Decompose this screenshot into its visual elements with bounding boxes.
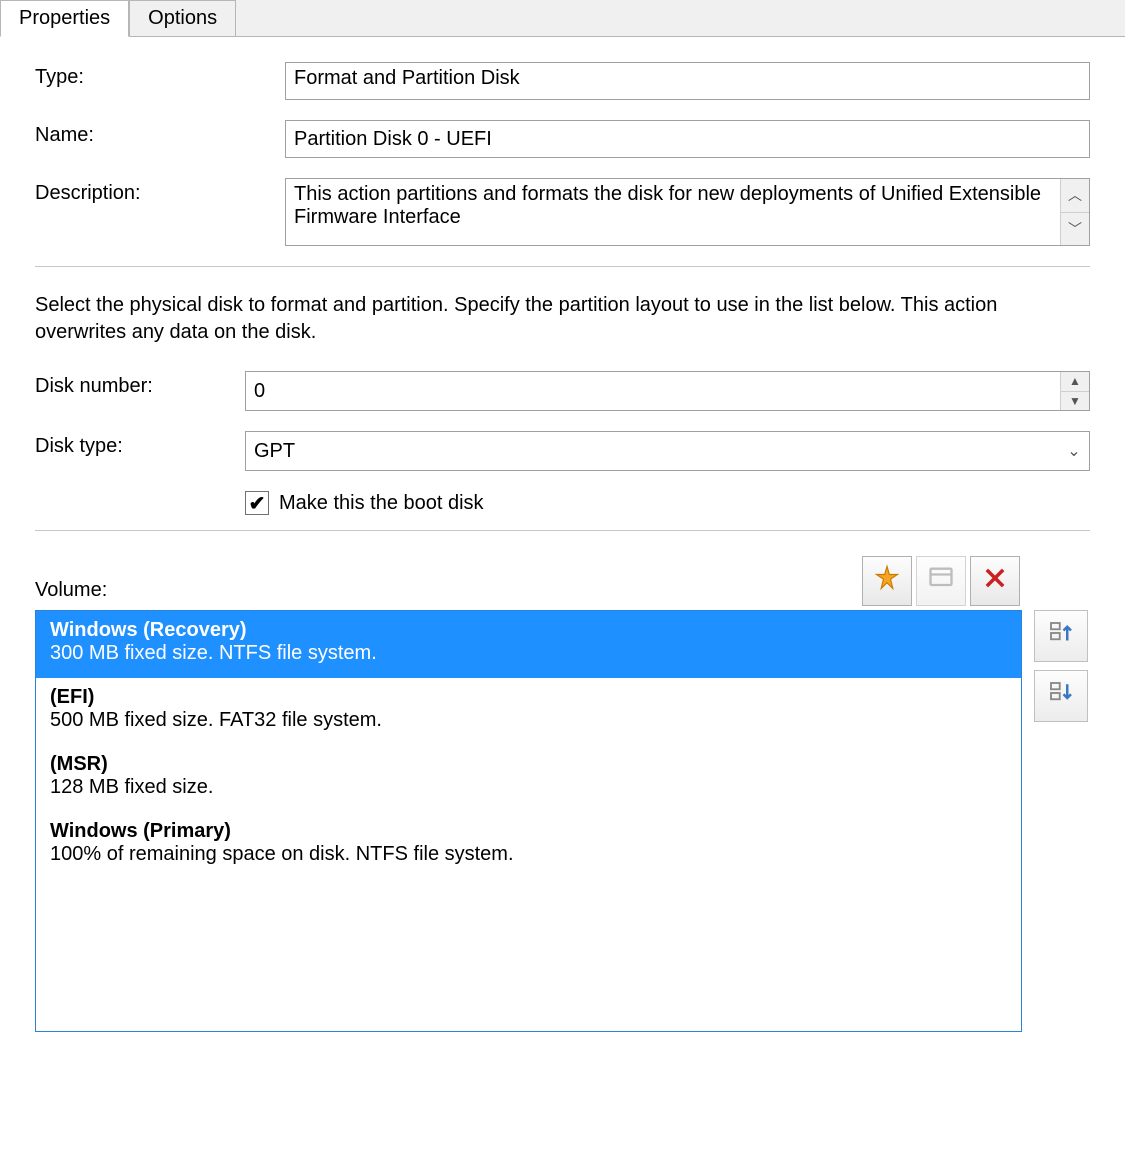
volume-label: Volume: bbox=[35, 579, 862, 610]
move-down-icon bbox=[1046, 678, 1076, 714]
description-label: Description: bbox=[35, 178, 285, 205]
volume-item-detail: 100% of remaining space on disk. NTFS fi… bbox=[50, 843, 1007, 866]
tab-properties[interactable]: Properties bbox=[0, 0, 129, 37]
star-icon bbox=[873, 564, 901, 598]
chevron-down-icon[interactable]: ⌄ bbox=[1059, 441, 1089, 461]
move-down-button[interactable] bbox=[1034, 670, 1088, 722]
volume-list[interactable]: Windows (Recovery) 300 MB fixed size. NT… bbox=[35, 610, 1022, 1032]
type-value: Format and Partition Disk bbox=[285, 62, 1090, 100]
spinner-down-icon[interactable]: ▼ bbox=[1061, 392, 1089, 411]
volume-item-detail: 128 MB fixed size. bbox=[50, 776, 1007, 799]
volume-item[interactable]: (EFI) 500 MB fixed size. FAT32 file syst… bbox=[36, 678, 1021, 745]
scroll-down-icon[interactable]: ﹀ bbox=[1061, 213, 1089, 246]
new-volume-button[interactable] bbox=[862, 556, 912, 606]
volume-toolbar bbox=[862, 556, 1020, 610]
description-text[interactable]: This action partitions and formats the d… bbox=[286, 179, 1060, 245]
volume-item-title: (EFI) bbox=[50, 686, 1007, 709]
delete-volume-button[interactable] bbox=[970, 556, 1020, 606]
volume-item-title: Windows (Recovery) bbox=[50, 619, 1007, 642]
disk-number-label: Disk number: bbox=[35, 371, 245, 398]
description-scrollbar[interactable]: ︿ ﹀ bbox=[1060, 179, 1089, 245]
divider-1 bbox=[35, 266, 1090, 267]
properties-panel: Type: Format and Partition Disk Name: De… bbox=[0, 37, 1125, 1052]
disk-type-value: GPT bbox=[246, 436, 1059, 467]
volume-item-detail: 500 MB fixed size. FAT32 file system. bbox=[50, 709, 1007, 732]
type-label: Type: bbox=[35, 62, 285, 89]
properties-icon bbox=[927, 564, 955, 598]
move-up-button[interactable] bbox=[1034, 610, 1088, 662]
volume-item[interactable]: Windows (Primary) 100% of remaining spac… bbox=[36, 812, 1021, 879]
boot-disk-label: Make this the boot disk bbox=[279, 492, 484, 515]
disk-type-select[interactable]: GPT ⌄ bbox=[245, 431, 1090, 471]
volume-item-title: Windows (Primary) bbox=[50, 820, 1007, 843]
spinner-up-icon[interactable]: ▲ bbox=[1061, 372, 1089, 392]
volume-item[interactable]: (MSR) 128 MB fixed size. bbox=[36, 745, 1021, 812]
volume-item[interactable]: Windows (Recovery) 300 MB fixed size. NT… bbox=[36, 611, 1021, 678]
name-label: Name: bbox=[35, 120, 285, 147]
tab-options[interactable]: Options bbox=[129, 0, 236, 36]
delete-icon bbox=[981, 564, 1009, 598]
name-input[interactable] bbox=[285, 120, 1090, 158]
properties-volume-button[interactable] bbox=[916, 556, 966, 606]
disk-type-label: Disk type: bbox=[35, 431, 245, 458]
divider-2 bbox=[35, 530, 1090, 531]
volume-item-title: (MSR) bbox=[50, 753, 1007, 776]
disk-number-input[interactable]: ▲ ▼ bbox=[245, 371, 1090, 411]
tab-bar: Properties Options bbox=[0, 0, 1125, 37]
scroll-up-icon[interactable]: ︿ bbox=[1061, 179, 1089, 213]
description-field[interactable]: This action partitions and formats the d… bbox=[285, 178, 1090, 246]
instruction-text: Select the physical disk to format and p… bbox=[35, 292, 1090, 346]
boot-disk-checkbox[interactable]: ✔ bbox=[245, 491, 269, 515]
disk-number-value[interactable] bbox=[246, 372, 1060, 410]
move-up-icon bbox=[1046, 618, 1076, 654]
volume-item-detail: 300 MB fixed size. NTFS file system. bbox=[50, 642, 1007, 665]
